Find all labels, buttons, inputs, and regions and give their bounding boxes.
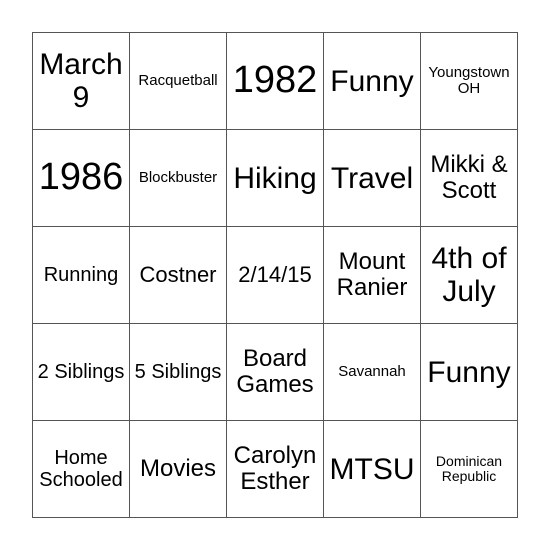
bingo-cell[interactable]: Carolyn Esther — [226, 420, 324, 518]
bingo-cell[interactable]: Racquetball — [129, 32, 227, 130]
cell-label: Blockbuster — [138, 168, 218, 186]
bingo-cell[interactable]: Mikki & Scott — [420, 129, 518, 227]
cell-label: 2 Siblings — [37, 361, 125, 383]
cell-label: Dominican Republic — [435, 452, 503, 484]
cell-label: 1986 — [38, 156, 124, 199]
bingo-cell[interactable]: Youngstown OH — [420, 32, 518, 130]
cell-label: MTSU — [329, 452, 415, 486]
cell-label: 1982 — [232, 59, 318, 102]
bingo-cell[interactable]: 4th of July — [420, 226, 518, 324]
board-row: 1986 Blockbuster Hiking Travel Mikki & S… — [32, 129, 518, 227]
bingo-cell[interactable]: Board Games — [226, 323, 324, 421]
cell-label: Funny — [330, 64, 414, 98]
cell-label: Movies — [139, 454, 217, 482]
bingo-cell[interactable]: MTSU — [323, 420, 421, 518]
cell-label: Funny — [427, 355, 511, 389]
cell-label: March 9 — [39, 48, 123, 114]
cell-label: Travel — [330, 161, 414, 195]
bingo-cell[interactable]: Movies — [129, 420, 227, 518]
board-row: 2 Siblings 5 Siblings Board Games Savann… — [32, 323, 518, 421]
bingo-cell[interactable]: Blockbuster — [129, 129, 227, 227]
cell-label: Costner — [139, 261, 217, 287]
cell-label: Savannah — [338, 362, 406, 380]
cell-label: Mikki & Scott — [430, 150, 508, 204]
cell-label: Board Games — [236, 344, 314, 398]
cell-label: Carolyn Esther — [233, 441, 317, 495]
bingo-cell[interactable]: Mount Ranier — [323, 226, 421, 324]
bingo-board: March 9 Racquetball 1982 Funny Youngstow… — [32, 32, 518, 518]
board-row: Home Schooled Movies Carolyn Esther MTSU… — [32, 420, 518, 518]
bingo-cell[interactable]: 1982 — [226, 32, 324, 130]
board-row: Running Costner 2/14/15 Mount Ranier 4th… — [32, 226, 518, 324]
cell-label: Youngstown OH — [428, 63, 510, 97]
bingo-cell[interactable]: 2 Siblings — [32, 323, 130, 421]
bingo-cell[interactable]: Funny — [323, 32, 421, 130]
bingo-cell[interactable]: Running — [32, 226, 130, 324]
board-row: March 9 Racquetball 1982 Funny Youngstow… — [32, 32, 518, 130]
cell-label: Hiking — [233, 161, 317, 195]
bingo-cell[interactable]: Funny — [420, 323, 518, 421]
bingo-cell[interactable]: Hiking — [226, 129, 324, 227]
bingo-cell[interactable]: Travel — [323, 129, 421, 227]
bingo-cell[interactable]: 1986 — [32, 129, 130, 227]
cell-label: 4th of July — [431, 242, 507, 308]
cell-label: 5 Siblings — [134, 361, 222, 383]
bingo-cell[interactable]: 5 Siblings — [129, 323, 227, 421]
cell-label: Running — [43, 264, 119, 286]
bingo-cell[interactable]: 2/14/15 — [226, 226, 324, 324]
bingo-cell[interactable]: Dominican Republic — [420, 420, 518, 518]
bingo-cell[interactable]: Costner — [129, 226, 227, 324]
bingo-cell[interactable]: Home Schooled — [32, 420, 130, 518]
bingo-cell[interactable]: March 9 — [32, 32, 130, 130]
cell-label: Mount Ranier — [336, 247, 408, 301]
bingo-cell[interactable]: Savannah — [323, 323, 421, 421]
cell-label: 2/14/15 — [238, 261, 312, 287]
cell-label: Racquetball — [138, 71, 218, 89]
cell-label: Home Schooled — [39, 447, 123, 491]
